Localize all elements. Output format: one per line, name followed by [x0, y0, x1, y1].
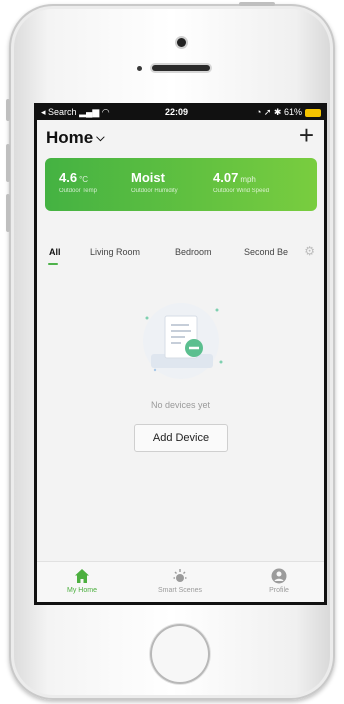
room-tabs: All Living Room Bedroom Second Be ⚙: [37, 244, 324, 266]
outdoor-temp: 4.6 °C Outdoor Temp: [59, 170, 97, 194]
weather-card[interactable]: 4.6 °C Outdoor Temp Moist Outdoor Humidit…: [45, 158, 317, 211]
proximity-sensor: [137, 66, 142, 71]
tabbar-profile[interactable]: Profile: [239, 568, 319, 594]
battery-icon: [305, 109, 321, 117]
bottom-tab-bar: My Home Smart Scenes Profile: [37, 561, 324, 602]
page-title: Home: [46, 128, 94, 147]
gear-icon[interactable]: ⚙: [300, 244, 315, 258]
house-icon: [75, 569, 89, 583]
app-screen: ◂ Search ▂▄▆ ◠ 22:09 ◔ ➚ ✱ 61% Home ⌵ + 4…: [34, 103, 327, 605]
outdoor-humidity: Moist Outdoor Humidity: [131, 170, 178, 194]
earpiece-speaker: [152, 65, 210, 71]
tab-living-room[interactable]: Living Room: [90, 247, 140, 257]
sun-icon: [173, 569, 187, 582]
volume-down-button: [6, 194, 10, 232]
empty-state-message: No devices yet: [150, 400, 211, 410]
mute-switch: [6, 99, 10, 121]
outdoor-wind-speed: 4.07 mph Outdoor Wind Speed: [213, 170, 270, 194]
header: Home ⌵ +: [37, 120, 324, 154]
tab-bedroom[interactable]: Bedroom: [175, 247, 212, 257]
power-button: [239, 2, 275, 6]
volume-up-button: [6, 144, 10, 182]
front-camera: [177, 38, 186, 47]
add-device-button[interactable]: Add Device: [134, 424, 228, 452]
tabbar-smart-scenes[interactable]: Smart Scenes: [140, 568, 220, 594]
tabbar-my-home[interactable]: My Home: [42, 568, 122, 594]
home-selector[interactable]: Home ⌵: [46, 128, 105, 148]
active-tab-indicator: [48, 263, 58, 265]
status-bar: ◂ Search ▂▄▆ ◠ 22:09 ◔ ➚ ✱ 61%: [37, 106, 324, 120]
empty-devices-illustration: [143, 303, 223, 379]
tab-second-bedroom[interactable]: Second Be: [244, 247, 288, 257]
person-icon: [271, 568, 287, 584]
home-button[interactable]: [150, 624, 210, 684]
status-battery-percent: ◔ ➚ ✱ 61%: [255, 107, 302, 117]
tab-all[interactable]: All: [49, 247, 61, 257]
chevron-down-icon: ⌵: [96, 132, 105, 144]
plus-icon[interactable]: +: [299, 122, 314, 148]
status-time: 22:09: [165, 107, 189, 117]
status-carrier: ◂ Search ▂▄▆ ◠: [41, 107, 110, 117]
